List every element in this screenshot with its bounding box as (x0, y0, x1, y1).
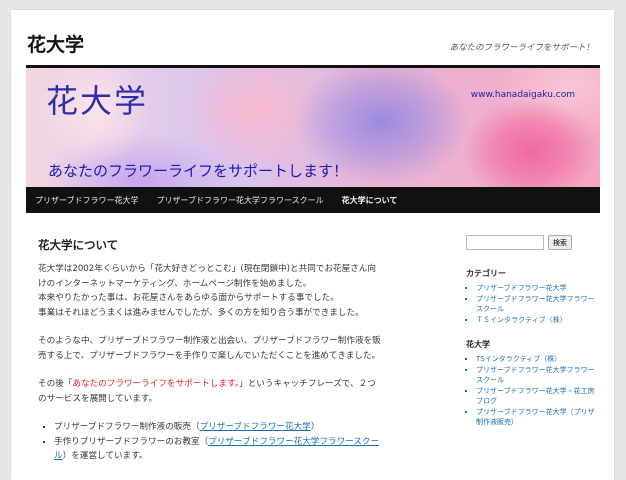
link-item[interactable]: プリザーブドフラワー花大学・花工房ブログ (476, 386, 601, 406)
link-item[interactable]: プリザーブドフラワー花大学フラワースクール (476, 365, 601, 385)
search-button[interactable]: 検索 (548, 235, 572, 250)
categories-title: カテゴリー (466, 269, 506, 278)
banner-url: www.hanadaigaku.com (470, 90, 575, 100)
category-item[interactable]: プリザーブドフラワー花大学フラワースクール (476, 294, 601, 314)
banner-title: 花大学 (46, 82, 149, 120)
nav-item-about[interactable]: 花大学について (333, 195, 407, 206)
link-flower-school[interactable]: プリザーブドフラワー花大学フラワースクー (208, 437, 379, 447)
site-description: あなたのフラワーライフをサポート！ (449, 43, 594, 53)
text-line: のサービスを展開しています。 (38, 393, 158, 404)
page-title: 花大学について (38, 238, 119, 252)
main-navigation: プリザーブドフラワー花大学 プリザーブドフラワー花大学フラワースクール 花大学に… (26, 187, 600, 213)
categories-list: プリザーブドフラワー花大学 プリザーブドフラワー花大学フラワースクール ＴＳイン… (466, 283, 601, 325)
category-item[interactable]: プリザーブドフラワー花大学 (476, 283, 601, 293)
links-list: TSインタラクティブ（株） プリザーブドフラワー花大学フラワースクール プリザー… (466, 354, 601, 427)
nav-item-preserved-flower[interactable]: プリザーブドフラワー花大学 (26, 195, 148, 206)
list-item: プリザーブドフラワー制作液の販売（プリザーブドフラワー花大学） (54, 420, 435, 435)
main-content: 花大学について 花大学は2002年くらいから「花大好きどっとこむ」(現在閉鎖中)… (38, 237, 435, 464)
catchphrase-highlight: あなたのフラワーライフをサポートします。 (72, 379, 240, 389)
link-item[interactable]: TSインタラクティブ（株） (476, 354, 601, 364)
text-fragment: その後「 (38, 379, 73, 389)
text-line: そのような中、プリザーブドフラワー制作液と出会い、プリザーブドフラワー制作液を販 (38, 336, 381, 346)
text-fragment: 」というキャッチフレーズで、２つ (239, 379, 376, 389)
search-input[interactable] (466, 235, 544, 250)
text-line: けのインターネットマーケティング、ホームページ制作を始めました。 (38, 278, 312, 289)
nav-item-flower-school[interactable]: プリザーブドフラワー花大学フラワースクール (148, 195, 333, 206)
list-item: 手作りプリザーブドフラワーのお教室（プリザーブドフラワー花大学フラワースクール）… (54, 435, 435, 464)
links-title: 花大学 (466, 340, 490, 349)
services-list: プリザーブドフラワー制作液の販売（プリザーブドフラワー花大学） 手作りプリザーブ… (38, 420, 435, 464)
site-title[interactable]: 花大学 (27, 30, 84, 57)
link-item[interactable]: プリザーブドフラワー花大学（プリザ制作液販売） (476, 407, 601, 427)
text-line: 事業はそれほどうまくは進みませんでしたが、多くの方を知り合う事ができました。 (38, 307, 364, 318)
link-flower-school-cont[interactable]: ル (54, 451, 63, 461)
text-line: 本来やりたかった事は、お花屋さんをあらゆる面からサポートする事でした。 (38, 293, 339, 303)
text-line: 花大学は2002年くらいから「花大好きどっとこむ」(現在閉鎖中)と共同でお花屋さ… (38, 264, 376, 274)
link-preserved-flower[interactable]: プリザーブドフラワー花大学 (200, 422, 311, 432)
header-banner-image: 花大学 www.hanadaigaku.com あなたのフラワーライフをサポート… (26, 68, 600, 187)
sidebar: 検索 カテゴリー プリザーブドフラワー花大学 プリザーブドフラワー花大学フラワー… (466, 235, 601, 441)
page: 花大学 あなたのフラワーライフをサポート！ 花大学 www.hanadaigak… (11, 10, 614, 480)
category-item[interactable]: ＴＳインタラクティブ（株） (476, 315, 601, 325)
text-line: 売する上で、プリザーブドフラワーを手作りで楽しんでいただくことを進めてきました。 (38, 350, 381, 361)
search-form: 検索 (466, 235, 601, 250)
paragraph-intro: 花大学は2002年くらいから「花大好きどっとこむ」(現在閉鎖中)と共同でお花屋さ… (38, 262, 435, 320)
paragraph-catchphrase: その後「あなたのフラワーライフをサポートします。」というキャッチフレーズで、２つ… (38, 377, 435, 406)
banner-tagline: あなたのフラワーライフをサポートします！ (48, 162, 349, 180)
paragraph-encounter: そのような中、プリザーブドフラワー制作液と出会い、プリザーブドフラワー制作液を販… (38, 334, 435, 363)
